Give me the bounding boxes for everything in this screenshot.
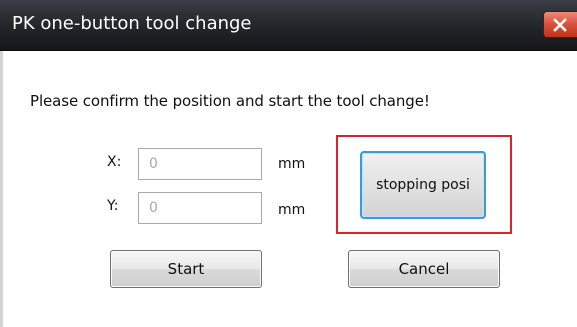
close-icon: [553, 18, 567, 32]
dialog-window: PK one-button tool change Please confirm…: [0, 0, 577, 327]
close-button[interactable]: [543, 11, 577, 38]
y-unit-label: mm: [278, 202, 306, 218]
title-bar[interactable]: PK one-button tool change: [0, 0, 577, 51]
stopping-position-label: stopping posi: [376, 177, 470, 193]
cancel-button[interactable]: Cancel: [348, 250, 500, 288]
x-input[interactable]: 0: [138, 148, 262, 180]
x-unit-label: mm: [278, 156, 306, 172]
y-input[interactable]: 0: [138, 192, 262, 224]
x-label: X:: [107, 154, 122, 170]
instruction-text: Please confirm the position and start th…: [30, 92, 430, 110]
window-title: PK one-button tool change: [12, 13, 252, 34]
start-button[interactable]: Start: [110, 250, 262, 288]
y-label: Y:: [107, 198, 119, 214]
stopping-position-button[interactable]: stopping posi: [360, 151, 486, 219]
